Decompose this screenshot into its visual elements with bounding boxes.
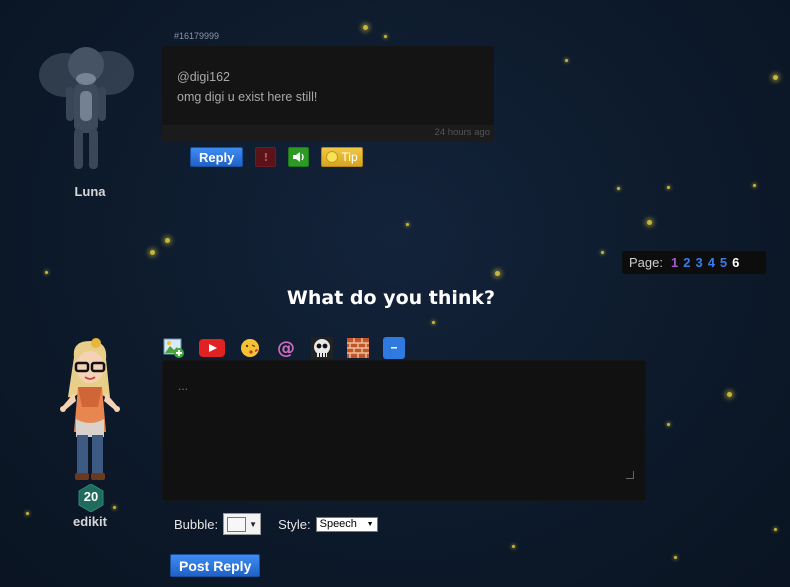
report-icon: ! — [263, 150, 269, 164]
image-upload-button[interactable] — [163, 337, 185, 359]
comment-author-name[interactable]: Luna — [60, 184, 120, 199]
comment-footer: 24 hours ago — [162, 125, 494, 141]
chevron-down-icon: ▼ — [249, 519, 258, 529]
editor-toolbar: @ — [163, 337, 405, 359]
minus-icon — [383, 337, 405, 359]
page-link-6-current: 6 — [732, 255, 740, 270]
kiss-emoji-icon — [241, 339, 259, 357]
brick-sticker-button[interactable] — [347, 337, 369, 359]
at-sign-icon: @ — [277, 337, 295, 359]
reply-editor — [162, 360, 646, 501]
skull-sticker-button[interactable] — [311, 337, 333, 359]
coin-icon — [326, 151, 339, 163]
current-user-name[interactable]: edikit — [60, 514, 120, 529]
post-reply-button[interactable]: Post Reply — [170, 554, 261, 577]
style-label: Style: — [278, 516, 311, 532]
page-link-1[interactable]: 1 — [671, 255, 678, 270]
tip-button[interactable]: Tip — [321, 147, 363, 167]
luna-avatar[interactable] — [30, 25, 140, 175]
skull-icon — [311, 337, 333, 359]
speaker-icon — [292, 152, 304, 162]
style-select[interactable]: Speech ▼ — [315, 516, 378, 532]
comment-bubble: @digi162 omg digi u exist here still! 24… — [162, 46, 494, 141]
bubble-color-select[interactable]: ▼ — [223, 513, 262, 535]
chevron-down-icon: ▼ — [366, 520, 374, 528]
brick-icon — [347, 338, 369, 358]
resize-handle-icon[interactable] — [626, 471, 634, 479]
youtube-button[interactable] — [199, 337, 225, 359]
comment-body: @digi162 omg digi u exist here still! — [177, 67, 317, 107]
bubble-color-swatch — [227, 516, 247, 532]
comment-mention[interactable]: @digi162 — [177, 67, 317, 87]
page-link-3[interactable]: 3 — [695, 255, 702, 270]
tip-label: Tip — [341, 150, 358, 164]
page-link-4[interactable]: 4 — [708, 255, 715, 270]
pagination: Page: 1 2 3 4 5 6 — [622, 251, 766, 274]
page-label: Page: — [629, 255, 663, 270]
level-number: 20 — [83, 489, 99, 504]
image-add-icon — [163, 338, 184, 358]
sound-button[interactable] — [288, 147, 310, 167]
edikit-avatar[interactable] — [54, 337, 126, 482]
reply-textarea[interactable] — [163, 361, 645, 500]
mention-button[interactable]: @ — [275, 337, 297, 359]
page-link-5[interactable]: 5 — [720, 255, 727, 270]
page-link-2[interactable]: 2 — [683, 255, 690, 270]
youtube-icon — [199, 339, 225, 357]
reply-heading: What do you think? — [286, 287, 496, 309]
emoji-button[interactable] — [239, 337, 261, 359]
report-button[interactable]: ! — [255, 147, 277, 167]
comment-timestamp: 24 hours ago — [434, 127, 490, 138]
reply-options: Bubble: ▼ Style: Speech ▼ — [174, 513, 378, 535]
style-select-value: Speech — [319, 518, 357, 530]
reply-button[interactable]: Reply — [190, 147, 244, 167]
comment-message: omg digi u exist here still! — [177, 90, 318, 104]
post-id[interactable]: #16179999 — [174, 31, 219, 41]
bubble-label: Bubble: — [174, 516, 219, 532]
more-options-button[interactable] — [383, 337, 405, 359]
comment-actions: Reply ! Tip — [190, 147, 363, 167]
